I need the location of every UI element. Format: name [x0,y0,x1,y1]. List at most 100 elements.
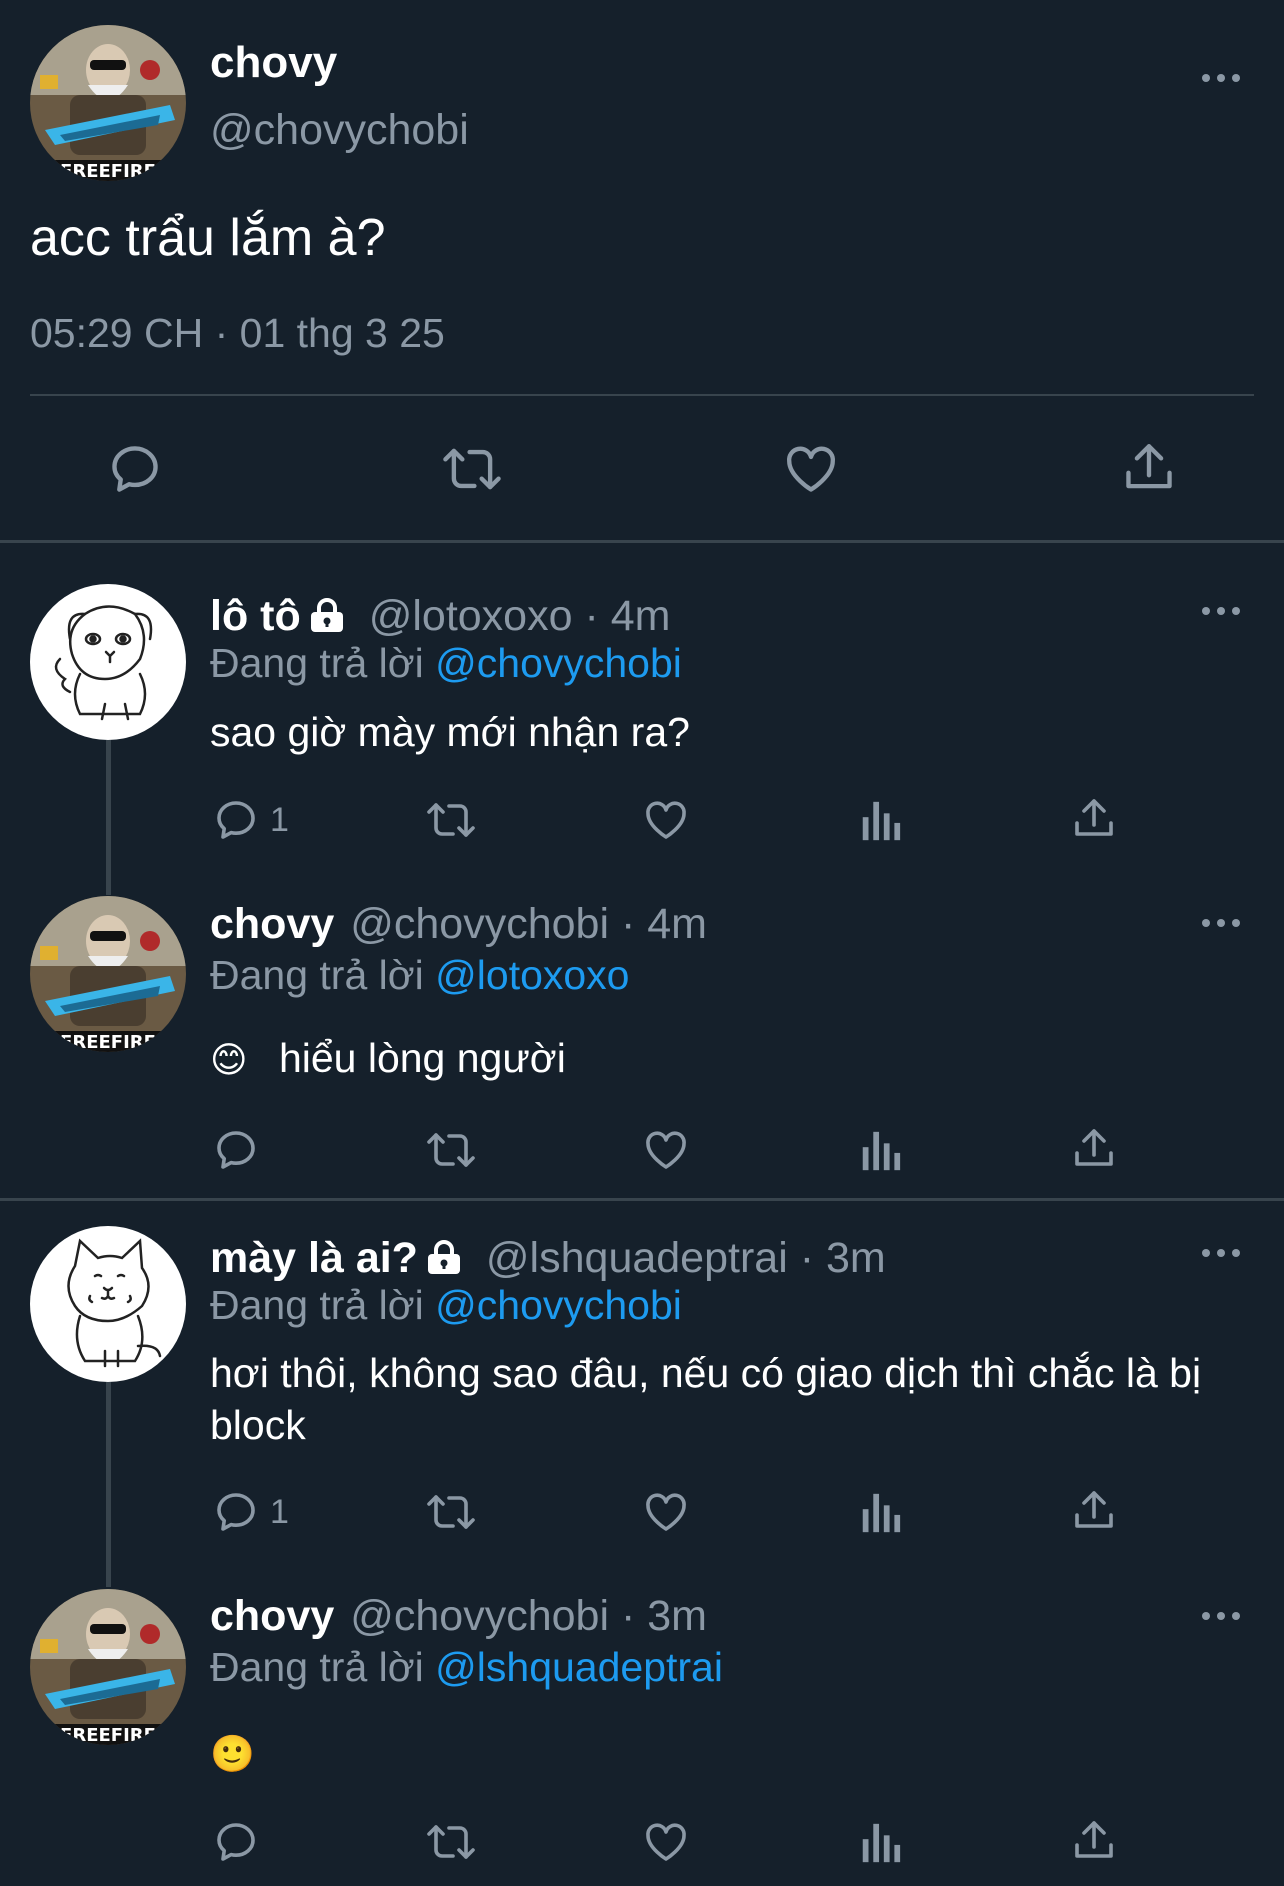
svg-text:FREEFIRE: FREEFIRE [60,1725,156,1745]
reply-header: mày là ai? @lshquadeptrai · 3m [210,1234,886,1286]
replying-to: Đang trả lời @chovychobi [210,640,682,686]
views-icon [862,1493,901,1533]
thread-line [106,1382,111,1587]
author-name[interactable]: chovy [210,1592,334,1640]
reply-button[interactable]: 1 [212,1488,289,1536]
reply-header: chovy @chovychobi · 3m [210,1592,707,1641]
section-divider [0,1198,1284,1201]
divider [30,394,1254,396]
share-button[interactable] [1070,794,1118,844]
heart-icon [646,801,686,839]
emoji: 😊 [210,1039,248,1080]
reply-header: lô tô @lotoxoxo · 4m [210,592,670,644]
mention-link[interactable]: @lotoxoxo [435,952,629,998]
retweet-button[interactable] [440,440,504,498]
retweet-icon [443,448,501,490]
emoji: 🙂 [210,1733,255,1774]
heart-icon [787,446,835,492]
like-button[interactable] [642,1818,690,1866]
author-handle[interactable]: @lshquadeptrai [486,1234,788,1282]
main-author-name[interactable]: chovy [210,38,337,88]
retweet-icon [427,803,475,837]
svg-text:FREEFIRE: FREEFIRE [60,1032,156,1052]
share-button[interactable] [1120,438,1178,498]
section-divider [0,540,1284,543]
views-icon [862,1823,901,1863]
views-button[interactable] [858,1128,902,1174]
views-icon [862,801,901,841]
avatar-chovy[interactable]: FREEFIRE [30,896,186,1052]
share-icon [1075,799,1113,836]
more-icon[interactable] [1202,72,1240,84]
heart-icon [646,1493,686,1531]
replying-to: Đang trả lời @lshquadeptrai [210,1644,723,1690]
share-button[interactable] [1070,1816,1118,1866]
author-handle[interactable]: @chovychobi [350,900,609,948]
svg-text:FREEFIRE: FREEFIRE [60,161,156,181]
heart-icon [646,1823,686,1861]
retweet-button[interactable] [424,1818,478,1866]
retweet-button[interactable] [424,1488,478,1536]
more-icon[interactable] [1202,1610,1240,1622]
reply-icon [217,1493,255,1531]
share-button[interactable] [1070,1124,1118,1174]
replying-to: Đang trả lời @chovychobi [210,1282,682,1328]
reply-header: chovy @chovychobi · 4m [210,900,707,949]
reply-text: sao giờ mày mới nhận ra? [210,709,690,755]
more-icon[interactable] [1202,1247,1240,1259]
main-author-handle[interactable]: @chovychobi [210,106,469,155]
retweet-icon [427,1133,475,1167]
author-name[interactable]: mày là ai? [210,1234,418,1282]
more-icon[interactable] [1202,605,1240,617]
like-button[interactable] [642,1126,690,1174]
mention-link[interactable]: @chovychobi [435,640,682,686]
reply-text: 🙂 [210,1726,255,1780]
views-button[interactable] [858,1820,902,1866]
share-button[interactable] [1070,1486,1118,1536]
views-button[interactable] [858,1490,902,1536]
share-icon [1126,444,1172,489]
share-icon [1075,1491,1113,1528]
reply-time: · 4m [620,900,707,948]
like-button[interactable] [642,796,690,844]
reply-text: hơi thôi, không sao đâu, nếu có giao dịc… [210,1350,1202,1448]
author-handle[interactable]: @chovychobi [350,1592,609,1640]
author-name[interactable]: chovy [210,900,334,948]
reply-text: 😊 hiểu lòng người [210,1035,566,1081]
retweet-icon [427,1495,475,1529]
reply-time: · 3m [620,1592,707,1640]
views-button[interactable] [858,798,902,844]
avatar-loto[interactable] [30,584,186,740]
reply-button[interactable]: 1 [212,796,289,844]
reply-time: · 3m [799,1234,886,1282]
reply-count: 1 [270,1492,289,1531]
author-name[interactable]: lô tô [210,592,301,640]
replying-to: Đang trả lời @lotoxoxo [210,952,630,998]
avatar-chovy[interactable]: FREEFIRE [30,25,186,181]
reply-icon [217,1131,255,1169]
avatar-lshquadeptrai[interactable] [30,1226,186,1382]
reply-button[interactable] [212,1126,260,1174]
more-icon[interactable] [1202,917,1240,929]
lock-icon [424,1237,464,1286]
mention-link[interactable]: @chovychobi [435,1282,682,1328]
reply-icon [217,801,255,839]
reply-count: 1 [270,800,289,839]
share-icon [1075,1129,1113,1166]
retweet-button[interactable] [424,796,478,844]
avatar-chovy[interactable]: FREEFIRE [30,1589,186,1745]
like-button[interactable] [642,1488,690,1536]
heart-icon [646,1131,686,1169]
main-tweet-text: acc trẩu lắm à? [30,209,386,267]
main-tweet-timestamp: 05:29 CH · 01 thg 3 25 [30,310,445,356]
author-handle[interactable]: @lotoxoxo [369,592,573,640]
retweet-icon [427,1825,475,1859]
retweet-button[interactable] [424,1126,478,1174]
mention-link[interactable]: @lshquadeptrai [435,1644,723,1690]
views-icon [862,1131,901,1171]
reply-button[interactable] [106,440,164,498]
reply-button[interactable] [212,1818,260,1866]
like-button[interactable] [781,440,841,498]
reply-icon [112,446,158,492]
reply-icon [217,1823,255,1861]
